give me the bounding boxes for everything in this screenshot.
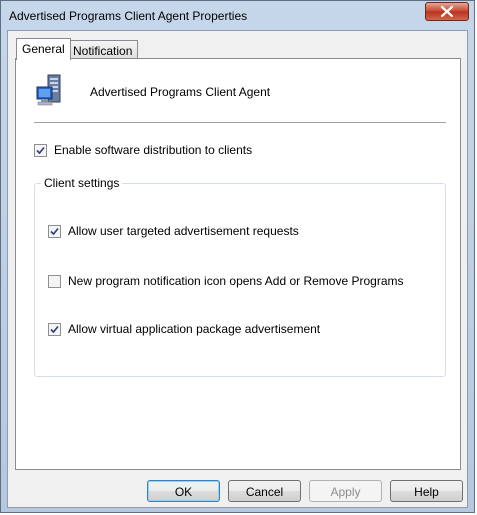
checkmark-icon [50, 325, 59, 333]
agent-name: Advertised Programs Client Agent [90, 85, 271, 99]
checkmark-icon [36, 146, 45, 154]
enable-distribution-checkbox[interactable] [34, 143, 47, 157]
option-row[interactable]: New program notification icon opens Add … [48, 274, 404, 288]
new-program-notification-label: New program notification icon opens Add … [68, 274, 404, 288]
enable-distribution-label: Enable software distribution to clients [54, 143, 253, 157]
help-button[interactable]: Help [390, 480, 463, 502]
computer-icon [36, 74, 61, 106]
tab-notification[interactable]: Notification [67, 40, 139, 60]
client-settings-group: Client settings Allow user targeted adve… [34, 176, 446, 377]
general-tab-panel: Advertised Programs Client Agent Enable … [15, 58, 461, 470]
enable-distribution-checkbox-row[interactable]: Enable software distribution to clients [34, 143, 252, 157]
allow-virtual-app-label: Allow virtual application package advert… [68, 322, 321, 336]
dialog-client-area: General Notification Advertised Programs… [7, 30, 468, 508]
apply-button[interactable]: Apply [309, 480, 382, 502]
tab-notification-label: Notification [73, 44, 133, 58]
ok-button[interactable]: OK [147, 480, 220, 502]
option-row[interactable]: Allow virtual application package advert… [48, 322, 320, 336]
option-row[interactable]: Allow user targeted advertisement reques… [48, 224, 299, 238]
cancel-button[interactable]: Cancel [228, 480, 301, 502]
checkmark-icon [50, 227, 59, 235]
properties-dialog: Advertised Programs Client Agent Propert… [0, 0, 475, 513]
separator [34, 122, 446, 124]
allow-user-targeted-checkbox[interactable] [48, 224, 61, 238]
close-button[interactable] [425, 2, 469, 21]
new-program-notification-checkbox[interactable] [48, 274, 61, 288]
allow-user-targeted-label: Allow user targeted advertisement reques… [68, 224, 299, 238]
allow-virtual-app-checkbox[interactable] [48, 322, 61, 336]
close-icon [441, 6, 453, 17]
tab-general-label: General [22, 42, 65, 56]
window-title: Advertised Programs Client Agent Propert… [9, 9, 248, 23]
tab-general[interactable]: General [16, 38, 71, 60]
title-bar[interactable]: Advertised Programs Client Agent Propert… [1, 1, 474, 31]
client-settings-title: Client settings [41, 176, 123, 190]
